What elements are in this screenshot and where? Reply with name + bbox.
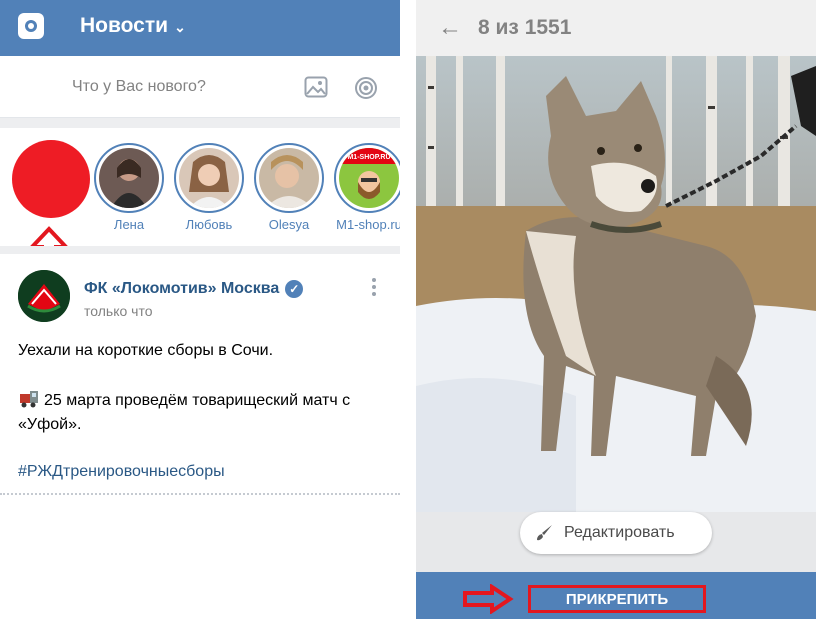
post-text-line: 25 марта проведём товарищеский матч с — [18, 390, 350, 410]
story-badge-text: M1-SHOP.RU — [347, 154, 390, 161]
back-arrow-icon[interactable]: ← — [438, 14, 462, 42]
avatar — [259, 148, 319, 208]
post-text-line: Уехали на короткие сборы в Сочи. — [18, 342, 274, 359]
story-item[interactable]: Лена — [94, 143, 164, 232]
screen: Новости ⌄ Что у Вас нового? Лена Любовь … — [0, 0, 816, 619]
viewer-top-bar: ← 8 из 1551 — [416, 0, 816, 56]
divider — [0, 493, 400, 496]
own-story-highlight[interactable] — [12, 140, 90, 218]
avatar: M1-SHOP.RU — [339, 148, 399, 208]
story-item[interactable]: M1-SHOP.RU M1-shop.ru — [334, 143, 400, 232]
post-text-line-content: 25 марта проведём товарищеский матч с — [44, 392, 351, 409]
feed-selector[interactable]: Новости ⌄ — [80, 14, 186, 38]
train-emoji-icon — [20, 391, 38, 408]
top-bar: Новости ⌄ — [0, 0, 400, 56]
photo-viewer-screen: ← 8 из 1551 Редактировать ПРИКРЕПИТЬ — [416, 0, 816, 619]
wolf-photo — [416, 56, 816, 512]
post-text-line: «Уфой». — [18, 416, 82, 433]
edit-label: Редактировать — [564, 524, 675, 541]
brush-icon — [537, 525, 552, 541]
edit-button[interactable]: Редактировать — [520, 512, 712, 554]
news-feed-screen: Новости ⌄ Что у Вас нового? Лена Любовь … — [0, 0, 400, 619]
camera-icon[interactable] — [18, 13, 44, 39]
avatar — [179, 148, 239, 208]
avatar — [99, 148, 159, 208]
separator — [0, 246, 400, 254]
separator — [0, 118, 400, 128]
photo-counter: 8 из 1551 — [478, 16, 572, 39]
arrow-right-annotation — [463, 584, 514, 614]
verified-icon: ✓ — [285, 280, 304, 298]
story-item[interactable]: Любовь — [174, 143, 244, 232]
more-icon[interactable] — [372, 278, 378, 299]
attach-button[interactable]: ПРИКРЕПИТЬ — [528, 585, 706, 613]
attach-label: ПРИКРЕПИТЬ — [565, 590, 669, 608]
story-label: Лена — [113, 217, 145, 232]
chevron-down-icon: ⌄ — [174, 19, 186, 35]
post-author-name: ФК «Локомотив» Москва — [84, 280, 280, 297]
post-time: только что — [84, 303, 153, 319]
story-label: M1-shop.ru — [336, 217, 400, 232]
story-item[interactable]: Olesya — [254, 143, 324, 232]
story-label: Olesya — [268, 217, 310, 232]
story-label: Любовь — [185, 217, 233, 232]
live-icon[interactable] — [354, 76, 378, 100]
post-author[interactable]: ФК «Локомотив» Москва ✓ — [84, 280, 304, 298]
post-hashtag-link[interactable]: #РЖДтренировочныесборы — [18, 463, 225, 481]
feed-title: Новости — [80, 14, 169, 37]
avatar[interactable] — [18, 270, 70, 322]
compose-bar[interactable]: Что у Вас нового? — [0, 56, 400, 118]
photo-icon[interactable] — [304, 76, 328, 98]
compose-placeholder: Что у Вас нового? — [72, 78, 206, 95]
